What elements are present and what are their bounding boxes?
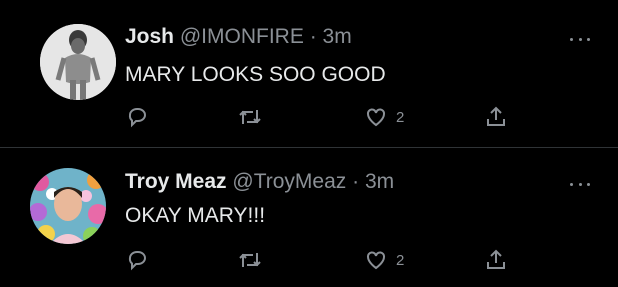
heart-icon [367,251,385,270]
tweet[interactable]: Josh @IMONFIRE · 3m MARY LOOKS SOO GOOD … [0,0,618,146]
timestamp[interactable]: 3m [365,170,394,193]
tweet-actions: 2 [0,245,618,275]
reply-icon [128,108,146,128]
tweet-actions: 2 [0,102,618,132]
tweet-text: MARY LOOKS SOO GOOD [125,63,386,86]
like-button[interactable]: 2 [364,102,404,132]
share-button[interactable] [484,102,508,132]
retweet-icon [239,253,261,267]
tweet-header: Troy Meaz @TroyMeaz · 3m [125,170,394,194]
more-icon[interactable] [570,181,590,187]
reply-icon [128,251,146,271]
share-icon [487,249,505,269]
separator: · [309,25,317,48]
tweet-text: OKAY MARY!!! [125,204,266,227]
retweet-button[interactable] [237,102,263,132]
user-handle[interactable]: @TroyMeaz [232,170,346,193]
like-count: 2 [396,251,405,269]
retweet-icon [239,110,261,124]
timestamp[interactable]: 3m [323,25,352,48]
heart-icon [367,108,385,127]
share-button[interactable] [484,245,508,275]
reply-button[interactable] [125,245,149,275]
retweet-button[interactable] [237,245,263,275]
display-name[interactable]: Josh [125,25,174,48]
like-button[interactable]: 2 [364,245,404,275]
more-icon[interactable] [570,36,590,42]
like-count: 2 [396,108,405,126]
display-name[interactable]: Troy Meaz [125,170,227,193]
reply-button[interactable] [125,102,149,132]
avatar[interactable] [30,168,106,244]
user-handle[interactable]: @IMONFIRE [180,25,304,48]
tweet-header: Josh @IMONFIRE · 3m [125,25,352,49]
divider [0,147,618,148]
tweet[interactable]: Troy Meaz @TroyMeaz · 3m OKAY MARY!!! 2 [0,150,618,287]
avatar[interactable] [40,24,116,100]
separator: · [352,170,360,193]
share-icon [487,106,505,126]
